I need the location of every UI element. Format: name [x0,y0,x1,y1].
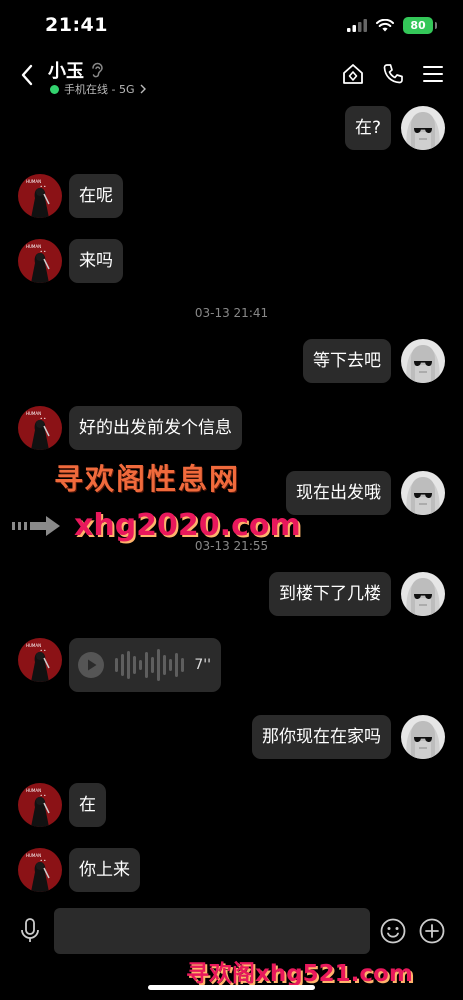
contact-avatar[interactable] [18,848,62,892]
message-row-outgoing: 在? [344,106,445,150]
self-avatar[interactable] [401,572,445,616]
message-row-incoming: 7'' [18,638,221,692]
message-bubble[interactable]: 在? [344,106,391,150]
status-bar: 21:41 80 [0,0,463,50]
emoji-icon [380,918,406,944]
presence-status[interactable]: 手机在线 - 5G [50,81,146,97]
status-icons: 80 [347,17,437,34]
home-icon [343,64,363,84]
menu-button[interactable] [421,62,445,86]
emoji-button[interactable] [380,918,406,948]
home-indicator[interactable] [148,985,315,990]
message-bubble[interactable]: 在 [69,783,106,827]
ear-icon [92,62,103,78]
input-bar [0,906,463,956]
voice-message-bubble[interactable]: 7'' [69,638,221,692]
contact-avatar[interactable] [18,783,62,827]
header-actions [341,62,445,86]
message-bubble[interactable]: 等下去吧 [303,339,391,383]
self-avatar[interactable] [401,339,445,383]
play-icon[interactable] [77,651,105,679]
message-bubble[interactable]: 现在出发哦 [286,471,391,515]
menu-icon [423,66,443,82]
presence-text: 手机在线 - 5G [64,83,135,96]
message-row-incoming: 好的出发前发个信息 [18,406,242,450]
status-time: 21:41 [45,14,108,36]
home-button[interactable] [341,62,365,86]
signal-icon [347,19,367,32]
contact-name: 小玉 [48,61,84,82]
watermark-arrow-icon [12,516,60,536]
message-row-incoming: 在 [18,783,106,827]
call-button[interactable] [381,62,405,86]
self-avatar[interactable] [401,715,445,759]
more-button[interactable] [419,918,445,948]
voice-duration: 7'' [194,657,211,673]
message-bubble[interactable]: 那你现在在家吗 [252,715,391,759]
message-timestamp: 03-13 21:41 [194,306,269,320]
plus-icon [419,918,445,944]
message-row-outgoing: 现在出发哦 [286,471,445,515]
contact-avatar[interactable] [18,174,62,218]
phone-icon [383,64,403,84]
self-avatar[interactable] [401,106,445,150]
back-button[interactable] [14,62,40,88]
self-avatar[interactable] [401,471,445,515]
watermark-bottom: 寻欢阁xhg521.com [186,961,413,987]
contact-avatar[interactable] [18,239,62,283]
contact-avatar[interactable] [18,638,62,682]
voice-input-button[interactable] [18,918,42,948]
contact-title[interactable]: 小玉 [48,57,104,83]
chat-header: 小玉 手机在线 - 5G [0,50,463,100]
back-arrow-icon [21,64,33,86]
contact-avatar[interactable] [18,406,62,450]
message-input[interactable] [54,908,370,954]
message-row-incoming: 在呢 [18,174,123,218]
message-bubble[interactable]: 你上来 [69,848,140,892]
message-row-outgoing: 那你现在在家吗 [252,715,445,759]
message-bubble[interactable]: 在呢 [69,174,123,218]
watermark-title: 寻欢阁性息网 [54,462,241,496]
message-row-outgoing: 到楼下了几楼 [269,572,445,616]
wifi-icon [376,19,394,32]
microphone-icon [21,918,39,942]
message-row-incoming: 你上来 [18,848,140,892]
battery-level: 80 [410,19,426,32]
message-row-incoming: 来吗 [18,239,123,283]
watermark-url: xhg2020.com [74,508,301,543]
message-bubble[interactable]: 来吗 [69,239,123,283]
waveform-icon [115,649,184,681]
message-row-outgoing: 等下去吧 [303,339,445,383]
online-indicator [50,84,59,94]
chevron-right-icon [140,84,146,94]
message-bubble[interactable]: 好的出发前发个信息 [69,406,242,450]
message-bubble[interactable]: 到楼下了几楼 [269,572,391,616]
battery-icon: 80 [403,17,437,34]
